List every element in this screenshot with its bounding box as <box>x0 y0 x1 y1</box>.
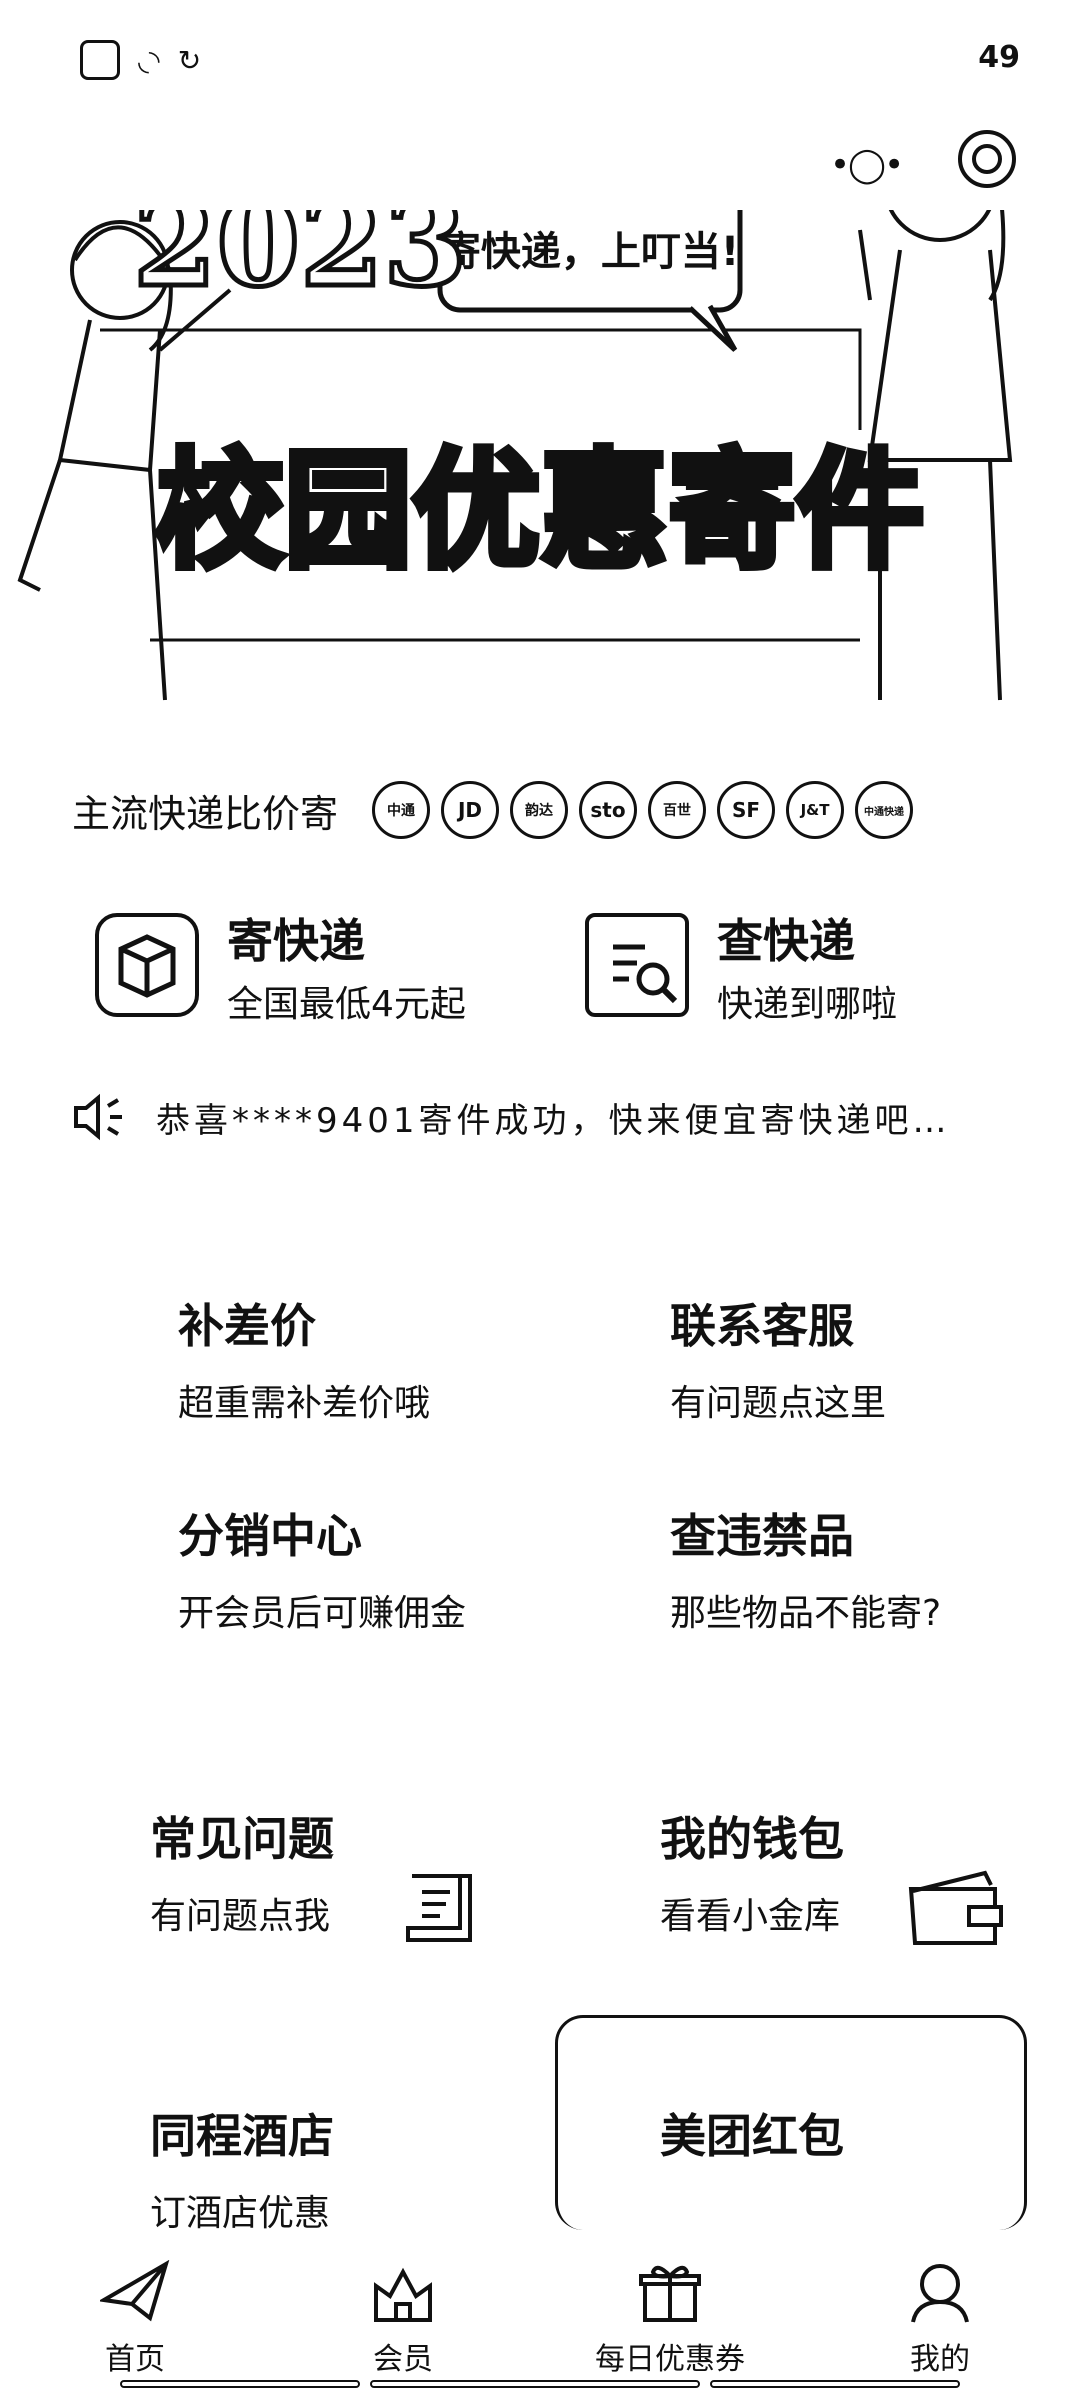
meituan-redpacket-button[interactable]: 美团红包 <box>660 2100 844 2166</box>
status-icons: ◟◝ ↻ <box>80 40 201 80</box>
speaker-icon <box>74 1093 122 1141</box>
banner-bubble-text: 寄快递，上叮当! <box>441 229 739 275</box>
notice-text: 恭喜****9401寄件成功，快来便宜寄快递吧… <box>156 1100 951 1141</box>
bottom-nav: 首页 会员 每日优惠券 我的 <box>0 2240 1080 2400</box>
nav-profile-label: 我的 <box>910 2342 970 2377</box>
wallet-subtitle: 看看小金库 <box>660 1896 841 1937</box>
courier-compare-label: 主流快递比价寄 <box>72 791 339 836</box>
tongcheng-hotel-subtitle: 订酒店优惠 <box>150 2193 331 2234</box>
send-express-title: 寄快递 <box>227 914 365 968</box>
promo-banner[interactable]: 寄快递，上叮当! 2023 校园优惠寄件 <box>0 126 1080 750</box>
user-icon <box>911 2264 969 2323</box>
tongcheng-hotel-title: 同程酒店 <box>150 2109 334 2163</box>
wallet-title: 我的钱包 <box>660 1812 844 1866</box>
notice-marquee[interactable]: 恭喜****9401寄件成功，快来便宜寄快递吧… <box>72 1082 1022 1152</box>
banner-year: 2023 <box>133 210 467 314</box>
wallet-icon <box>908 1870 1003 1945</box>
courier-compare-row[interactable]: 主流快递比价寄 中通 JD 韵达 sto 百世 SF J&T 中通快递 <box>72 770 1032 850</box>
track-express-title: 查快递 <box>717 914 855 968</box>
gift-icon <box>639 2265 701 2322</box>
zto-logo-icon: 中通 <box>372 781 431 839</box>
faq-subtitle: 有问题点我 <box>150 1896 331 1937</box>
track-express-button[interactable]: 查快递 快递到哪啦 <box>585 885 1005 1035</box>
sf-logo-icon: SF <box>717 781 776 839</box>
sto-logo-icon: sto <box>579 781 638 839</box>
gesture-bar-segment <box>120 2380 360 2388</box>
nav-daily-coupons-label: 每日优惠券 <box>595 2342 745 2377</box>
jd-logo-icon: JD <box>441 781 500 839</box>
prohibited-items-title: 查违禁品 <box>670 1509 854 1563</box>
jt-logo-icon: J&T <box>786 781 845 839</box>
distribution-center-subtitle: 开会员后可赚佣金 <box>178 1593 467 1634</box>
yunda-logo-icon: 韵达 <box>510 781 569 839</box>
package-icon <box>95 913 199 1017</box>
close-target-icon[interactable] <box>958 130 1016 188</box>
nav-profile[interactable]: 我的 <box>840 2240 1040 2378</box>
customer-service-button[interactable]: 联系客服 有问题点这里 <box>670 1290 886 1426</box>
wallet-button[interactable]: 我的钱包 看看小金库 <box>660 1803 844 1939</box>
app-notification-icon <box>80 40 120 80</box>
faq-button[interactable]: 常见问题 有问题点我 <box>150 1803 334 1939</box>
prohibited-items-button[interactable]: 查违禁品 那些物品不能寄? <box>670 1500 941 1636</box>
status-bar: ◟◝ ↻ 49 <box>0 0 1080 120</box>
sync-icon: ↻ <box>177 43 202 77</box>
paper-plane-icon <box>98 2259 170 2322</box>
nav-member-label: 会员 <box>373 2342 433 2377</box>
nav-home-label: 首页 <box>105 2342 165 2377</box>
track-express-subtitle: 快递到哪啦 <box>717 984 898 1025</box>
zto-express-logo-icon: 中通快递 <box>855 781 914 839</box>
faq-title: 常见问题 <box>150 1812 334 1866</box>
battery-level: 49 <box>978 40 1020 75</box>
signal-icon: ◟◝ <box>138 43 160 77</box>
best-logo-icon: 百世 <box>648 781 707 839</box>
send-express-subtitle: 全国最低4元起 <box>227 984 466 1025</box>
more-options-icon[interactable]: •◯• <box>830 145 904 185</box>
banner-headline: 校园优惠寄件 <box>156 437 924 586</box>
price-difference-subtitle: 超重需补差价哦 <box>178 1383 431 1424</box>
send-express-button[interactable]: 寄快递 全国最低4元起 <box>95 885 515 1035</box>
prohibited-items-subtitle: 那些物品不能寄? <box>670 1593 942 1634</box>
nav-member[interactable]: 会员 <box>303 2240 503 2378</box>
price-difference-button[interactable]: 补差价 超重需补差价哦 <box>178 1290 430 1426</box>
crown-house-icon <box>374 2267 432 2322</box>
distribution-center-title: 分销中心 <box>178 1509 362 1563</box>
distribution-center-button[interactable]: 分销中心 开会员后可赚佣金 <box>178 1500 466 1636</box>
banner-illustration: 寄快递，上叮当! 2023 校园优惠寄件 <box>17 126 1013 701</box>
nav-daily-coupons[interactable]: 每日优惠券 <box>570 2240 770 2378</box>
nav-home[interactable]: 首页 <box>35 2240 235 2378</box>
tongcheng-hotel-button[interactable]: 同程酒店 订酒店优惠 <box>150 2100 334 2236</box>
gesture-bar-segment <box>370 2380 700 2388</box>
search-document-icon <box>585 913 689 1017</box>
customer-service-title: 联系客服 <box>670 1299 854 1353</box>
price-difference-title: 补差价 <box>178 1299 316 1353</box>
document-scroll-icon <box>406 1874 472 1942</box>
customer-service-subtitle: 有问题点这里 <box>670 1383 887 1424</box>
gesture-bar-segment <box>710 2380 960 2388</box>
meituan-redpacket-title: 美团红包 <box>660 2109 844 2163</box>
